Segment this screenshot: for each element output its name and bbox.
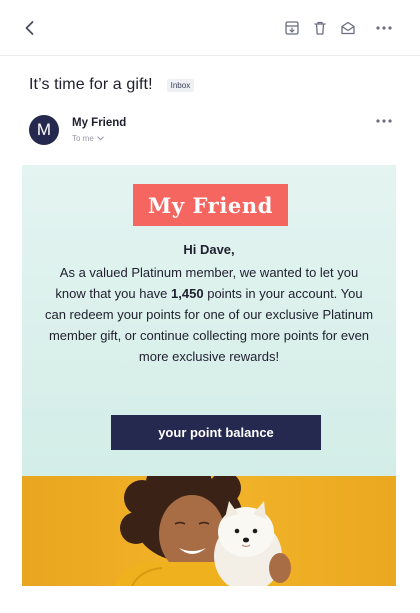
archive-icon [285, 21, 299, 35]
more-horizontal-icon [376, 26, 392, 30]
mark-read-button[interactable] [339, 19, 357, 37]
hero-image[interactable] [22, 476, 396, 586]
email-content: My Friend Hi Dave, As a valued Platinum … [22, 165, 396, 586]
envelope-open-icon [341, 21, 355, 35]
chevron-down-icon [97, 136, 104, 141]
email-greeting: Hi Dave, [183, 242, 235, 257]
trash-icon [314, 21, 326, 35]
points-value: 1,450 [171, 286, 204, 301]
top-toolbar [0, 0, 420, 56]
avatar-initial: M [36, 120, 52, 139]
sender-avatar: M [29, 115, 59, 145]
email-body-text: As a valued Platinum member, we wanted t… [44, 262, 374, 367]
message-subject: It’s time for a gift! [29, 76, 153, 93]
archive-button[interactable] [283, 19, 301, 37]
sender-name[interactable]: My Friend [72, 117, 126, 129]
brand-logo: My Friend [133, 184, 288, 226]
recipient-dropdown[interactable]: To me [72, 134, 104, 143]
delete-button[interactable] [311, 19, 329, 37]
folder-badge[interactable]: Inbox [166, 78, 195, 92]
more-options-button[interactable] [374, 18, 394, 36]
email-promo-section: My Friend Hi Dave, As a valued Platinum … [22, 165, 396, 476]
message-more-button[interactable] [374, 114, 394, 128]
back-button[interactable] [20, 18, 40, 38]
subject-row: It’s time for a gift! Inbox [29, 76, 195, 94]
chevron-left-icon [25, 21, 34, 35]
point-balance-button[interactable]: your point balance [111, 415, 321, 450]
more-horizontal-icon [376, 119, 392, 123]
recipient-label: To me [72, 134, 94, 143]
